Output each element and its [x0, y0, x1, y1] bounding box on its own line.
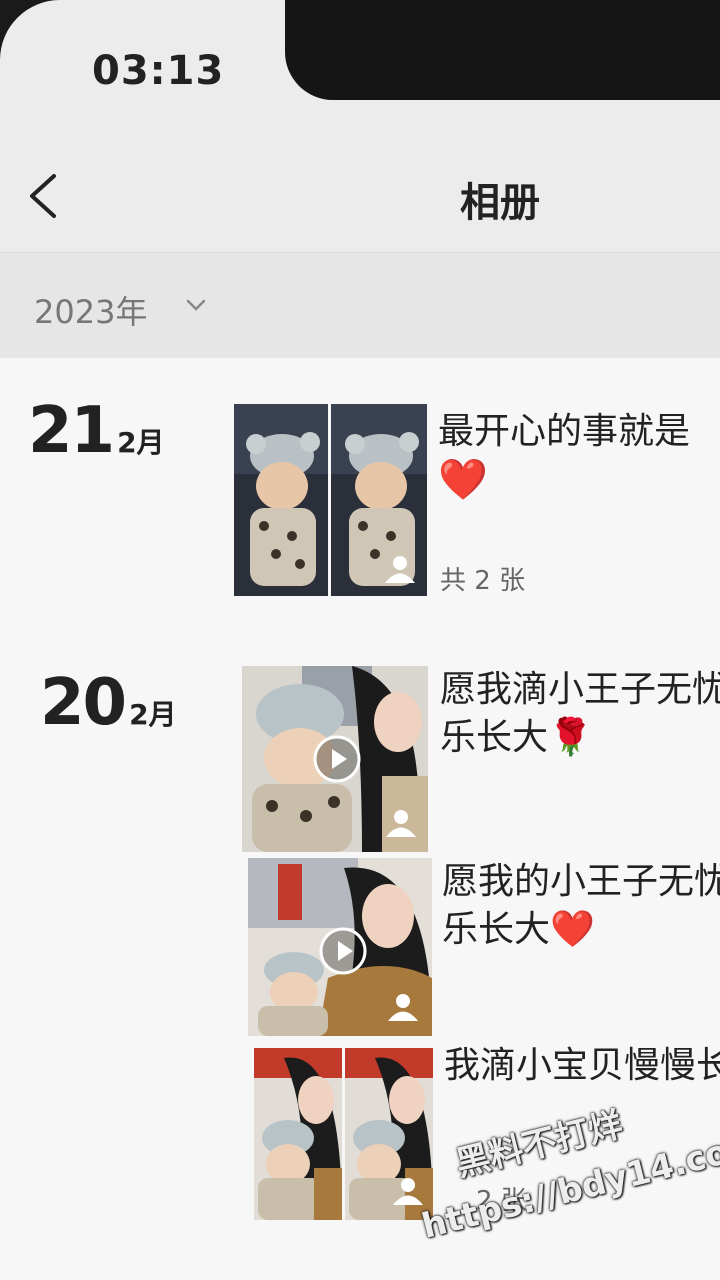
photo-thumbnail[interactable] — [234, 404, 328, 596]
person-icon — [386, 810, 416, 837]
photo-thumbnail[interactable] — [254, 1048, 342, 1220]
person-icon — [393, 1178, 423, 1205]
chevron-down-icon[interactable] — [184, 293, 208, 317]
post-caption-line2: 乐长大❤️ — [442, 909, 595, 950]
day-number: 21 — [28, 394, 115, 468]
person-icon — [385, 556, 415, 583]
back-button[interactable] — [26, 164, 66, 224]
nav-bar: 相册 — [0, 140, 720, 250]
photo-count: 共 2 张 — [440, 566, 526, 596]
status-time: 03:13 — [92, 48, 225, 94]
play-icon — [313, 735, 361, 783]
back-arrow-icon — [30, 174, 56, 218]
day-number: 20 — [40, 666, 127, 740]
day-header: 21 2月 — [28, 394, 165, 468]
photo-thumbnail[interactable] — [345, 1048, 433, 1220]
play-icon — [319, 927, 367, 975]
day-header: 20 2月 — [40, 666, 177, 740]
camera-notch — [285, 0, 720, 100]
post-caption[interactable]: 愿我的小王子无忧 — [442, 858, 720, 906]
post-caption-emoji: ❤️ — [438, 457, 488, 503]
person-icon — [388, 994, 418, 1021]
year-filter-bar: 2023年 — [0, 252, 720, 358]
post-caption[interactable]: 愿我滴小王子无忧 — [440, 666, 720, 714]
day-month: 2月 — [129, 698, 177, 731]
post-caption[interactable]: 最开心的事就是 — [438, 408, 690, 456]
page-title: 相册 — [460, 180, 540, 226]
video-thumbnail[interactable] — [242, 666, 428, 852]
post-caption-line2: 乐长大🌹 — [440, 717, 593, 758]
post-caption[interactable]: 我滴小宝贝慢慢长 — [444, 1042, 720, 1090]
day-month: 2月 — [117, 426, 165, 459]
year-selector[interactable]: 2023年 — [34, 287, 147, 333]
phone-screen: 03:13 相册 2023年 21 2月 最开心的事就是 ❤️ 共 2 张 20… — [0, 0, 720, 1280]
photo-thumbnail[interactable] — [331, 404, 427, 596]
video-thumbnail[interactable] — [248, 858, 432, 1036]
